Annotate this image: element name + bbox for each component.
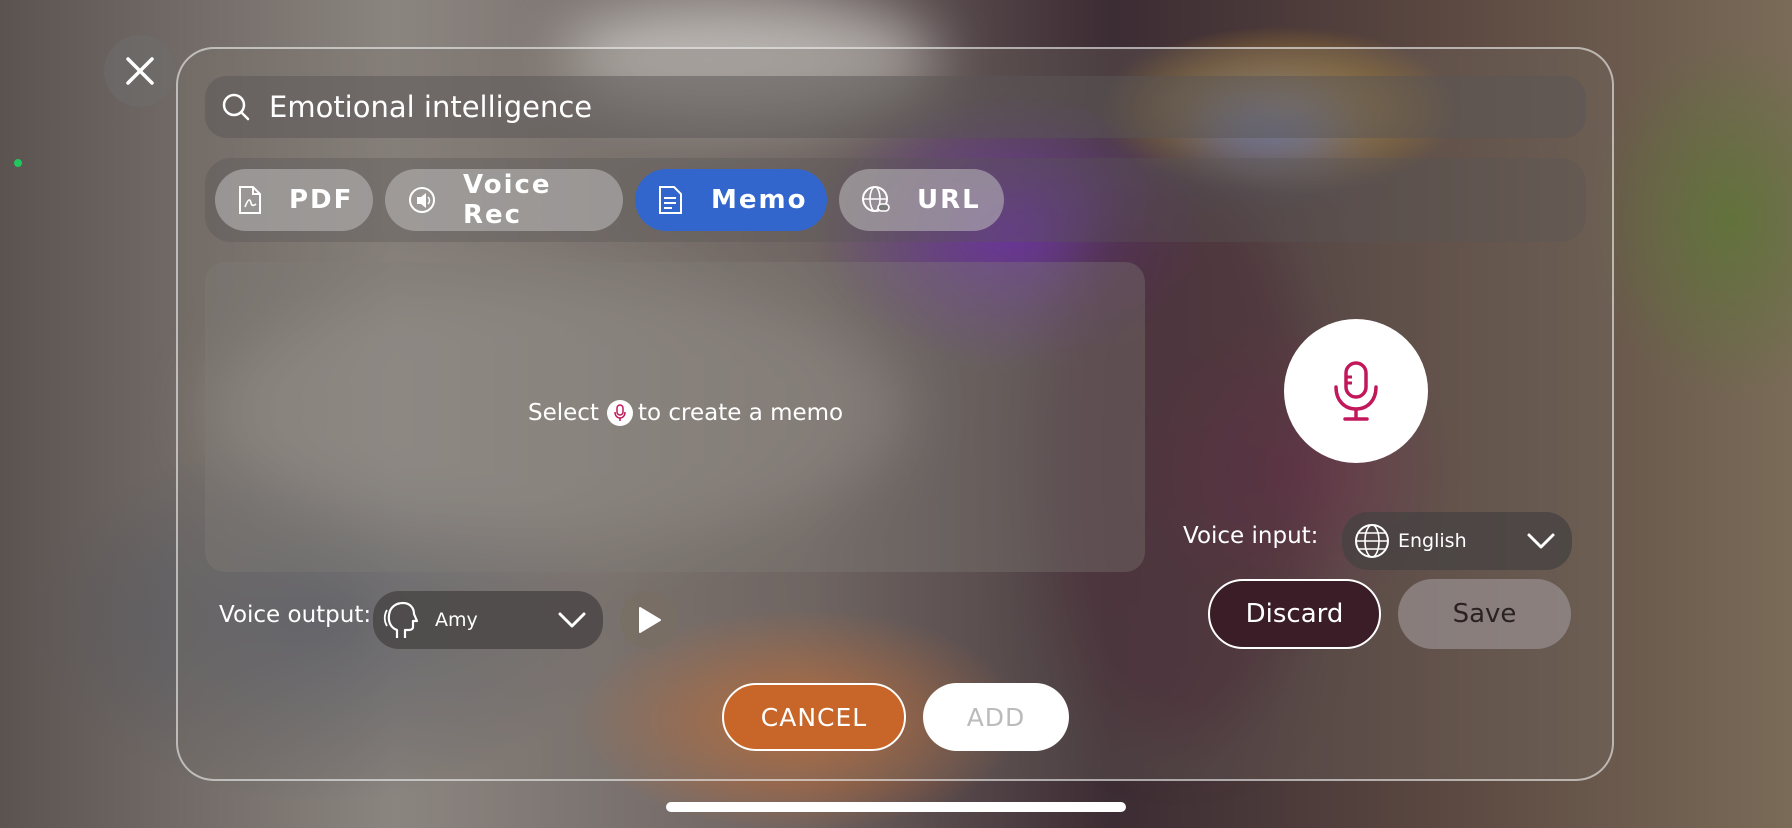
mic-icon-inline [606, 400, 633, 426]
memo-hint-before: Select [528, 400, 599, 426]
voice-output-label: Voice output: [219, 602, 372, 628]
status-dot [14, 159, 22, 167]
chevron-down-icon [1527, 533, 1555, 549]
voice-input-select[interactable]: English [1342, 512, 1572, 570]
memo-icon [657, 183, 685, 217]
source-type-tabs: PDF Voice Rec Memo URL [205, 158, 1586, 242]
play-icon [639, 607, 661, 633]
mic-icon [1334, 361, 1378, 421]
search-bar[interactable]: Emotional intelligence [205, 76, 1586, 138]
tab-memo-label: Memo [711, 185, 808, 215]
tab-voice-rec[interactable]: Voice Rec [385, 169, 623, 231]
voice-rec-icon [407, 183, 437, 217]
discard-button[interactable]: Discard [1208, 579, 1381, 649]
home-indicator[interactable] [666, 802, 1126, 812]
voice-output-selected: Amy [435, 609, 478, 631]
add-button[interactable]: ADD [923, 683, 1069, 751]
tab-pdf[interactable]: PDF [215, 169, 373, 231]
memo-hint: Select to create a memo [528, 400, 843, 426]
speaking-head-icon [383, 601, 419, 638]
voice-input-selected: English [1398, 530, 1467, 552]
tab-pdf-label: PDF [289, 185, 354, 215]
search-input[interactable]: Emotional intelligence [269, 90, 592, 124]
voice-input-label: Voice input: [1183, 523, 1319, 549]
tab-url-label: URL [917, 185, 981, 215]
pdf-icon [237, 183, 263, 217]
chevron-down-icon [558, 612, 586, 628]
close-button[interactable] [104, 35, 176, 107]
tab-url[interactable]: URL [839, 169, 1004, 231]
cancel-button[interactable]: CANCEL [722, 683, 906, 751]
memo-hint-after: to create a memo [637, 400, 844, 426]
record-memo-button[interactable] [1284, 319, 1428, 463]
tab-voice-rec-label: Voice Rec [463, 170, 552, 230]
voice-output-select[interactable]: Amy [373, 591, 603, 649]
globe-link-icon [861, 183, 891, 217]
tab-memo[interactable]: Memo [635, 169, 827, 231]
globe-icon [1355, 524, 1389, 558]
save-button[interactable]: Save [1398, 579, 1571, 649]
close-icon [126, 57, 154, 85]
play-voice-button[interactable] [620, 591, 678, 649]
search-icon [222, 93, 250, 121]
